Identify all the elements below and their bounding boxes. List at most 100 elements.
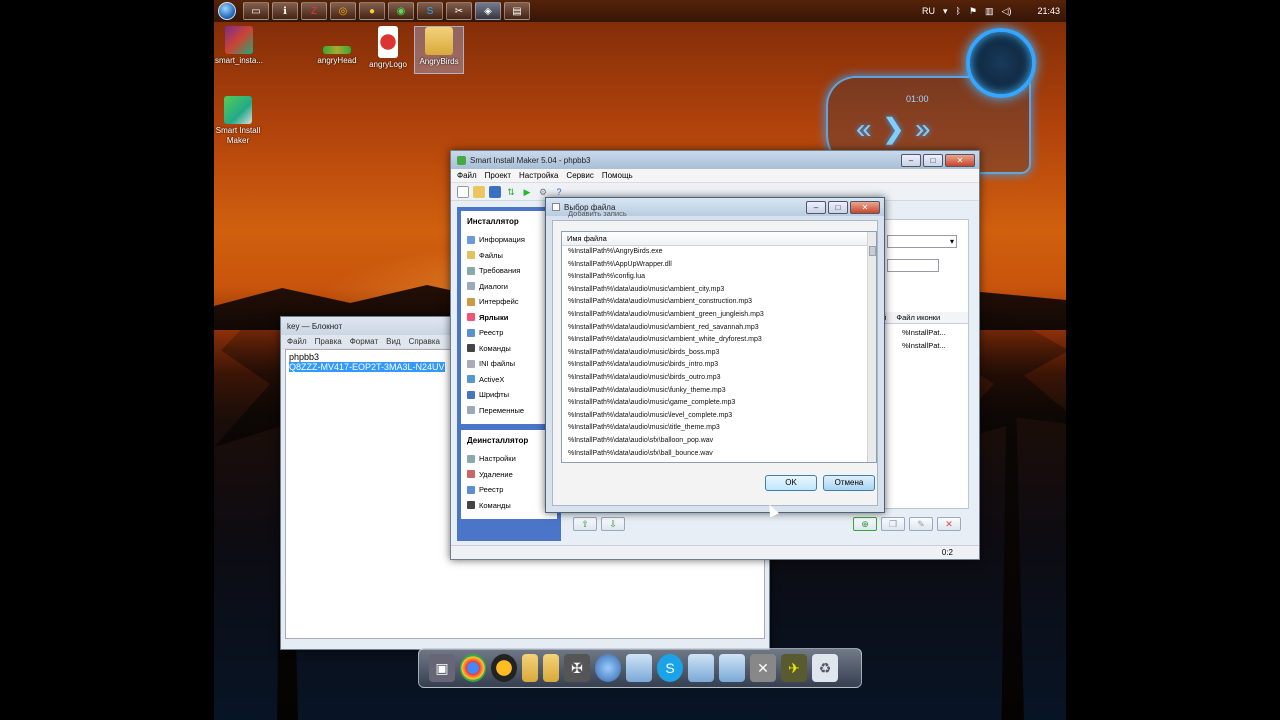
taskbar-app-button[interactable]: ◉ (388, 2, 414, 20)
file-list-item[interactable]: %InstallPath%\data\audio\music\title_the… (562, 422, 867, 435)
move-up-button[interactable]: ⇧ (573, 517, 597, 531)
column-header-filename[interactable]: Имя файла (562, 232, 876, 246)
file-list-item[interactable]: %InstallPath%\config.lua (562, 271, 867, 284)
file-list-item[interactable]: %InstallPath%\data\audio\music\birds_out… (562, 372, 867, 385)
taskbar-smart-install-button[interactable]: ◈ (475, 2, 501, 20)
menu-format[interactable]: Формат (350, 337, 378, 346)
sidebar-item-activex[interactable]: ActiveX (467, 372, 551, 388)
taskbar-info-button[interactable]: ℹ (272, 2, 298, 20)
flag-icon[interactable]: ⚑ (969, 6, 977, 17)
compile-icon[interactable]: ⇅ (505, 186, 517, 198)
vertical-scrollbar[interactable] (867, 232, 876, 462)
folder-icon[interactable] (719, 654, 745, 682)
volume-icon[interactable]: ◁) (1002, 6, 1012, 17)
table-row[interactable]: %InstallPat... (902, 328, 946, 337)
sidebar-item-removal[interactable]: Удаление (467, 467, 551, 483)
desktop-icon-angryhead[interactable]: angryHead (312, 46, 362, 66)
menu-service[interactable]: Сервис (566, 171, 593, 180)
delete-button[interactable]: ✕ (937, 517, 961, 531)
folder-icon[interactable] (688, 654, 714, 682)
gadget-dial[interactable] (966, 28, 1036, 98)
network-icon[interactable]: ▥ (985, 6, 994, 17)
desktop-icon-angrylogo[interactable]: angryLogo (363, 26, 413, 70)
computer-icon[interactable]: ▣ (429, 654, 455, 682)
sidebar-item-requirements[interactable]: Требования (467, 263, 551, 279)
maximize-button[interactable]: □ (923, 153, 943, 167)
taskbar-skype-button[interactable]: S (417, 2, 443, 20)
run-icon[interactable]: ▶ (521, 186, 533, 198)
file-list-item[interactable]: %InstallPath%\data\audio\music\ambient_r… (562, 322, 867, 335)
taskbar-tool-button[interactable]: ✂ (446, 2, 472, 20)
gadget-controls[interactable]: «❯» (856, 112, 941, 145)
sim-titlebar[interactable]: Smart Install Maker 5.04 - phpbb3 – □ ✕ (451, 151, 979, 169)
desktop-icon-smart-install-maker[interactable]: Smart Install Maker (214, 96, 262, 146)
taskbar-filezilla-button[interactable]: Z (301, 2, 327, 20)
save-icon[interactable] (489, 185, 501, 198)
sidebar-item-interface[interactable]: Интерфейс (467, 294, 551, 310)
start-button[interactable] (214, 0, 240, 22)
cancel-button[interactable]: Отмена (823, 475, 875, 491)
file-list-item[interactable]: %InstallPath%\data\audio\music\birds_int… (562, 359, 867, 372)
minimize-button[interactable]: – (806, 200, 826, 214)
ok-button[interactable]: OK (765, 475, 817, 491)
settings-icon[interactable]: ⚙ (537, 186, 549, 198)
chrome-icon[interactable] (460, 654, 486, 682)
minimize-button[interactable]: – (901, 153, 921, 167)
help-icon[interactable]: ? (553, 186, 565, 198)
close-button[interactable]: ✕ (945, 153, 975, 167)
skype-icon[interactable]: S (657, 654, 683, 682)
sidebar-item-shortcuts[interactable]: Ярлыки (467, 310, 551, 326)
file-list-item[interactable]: %InstallPath%\data\audio\music\ambient_w… (562, 334, 867, 347)
file-list-item[interactable]: %InstallPath%\data\audio\music\ambient_g… (562, 309, 867, 322)
sidebar-item-commands[interactable]: Команды (467, 341, 551, 357)
file-list-item[interactable]: %InstallPath%\data\audio\sfx\ball_bounce… (562, 448, 867, 461)
close-button[interactable]: ✕ (850, 200, 880, 214)
sidebar-item-info[interactable]: Информация (467, 232, 551, 248)
file-list-item[interactable]: %InstallPath%\data\audio\music\ambient_c… (562, 284, 867, 297)
file-list-item[interactable]: %InstallPath%\data\audio\music\game_comp… (562, 397, 867, 410)
language-indicator[interactable]: RU (922, 6, 935, 16)
table-row[interactable]: %InstallPat... (902, 341, 946, 350)
sidebar-item-uninstall-settings[interactable]: Настройки (467, 451, 551, 467)
tanks-icon[interactable]: ✠ (564, 654, 590, 682)
sidebar-item-registry[interactable]: Реестр (467, 325, 551, 341)
file-list-item[interactable]: %InstallPath%\AngryBirds.exe (562, 246, 867, 259)
menu-edit[interactable]: Правка (315, 337, 342, 346)
folder-icon[interactable] (543, 654, 559, 682)
desktop-icon-angrybirds[interactable]: AngryBirds (414, 26, 464, 74)
desktop-icon-smart-installer[interactable]: smart_insta... (214, 26, 264, 66)
taskbar-chrome-button[interactable]: ● (359, 2, 385, 20)
scroll-thumb[interactable] (869, 246, 876, 256)
menu-help[interactable]: Помощь (602, 171, 633, 180)
sidebar-item-files[interactable]: Файлы (467, 248, 551, 264)
file-list-item[interactable]: %InstallPath%\data\audio\sfx\balloon_pop… (562, 435, 867, 448)
move-down-button[interactable]: ⇩ (601, 517, 625, 531)
sidebar-item-ini-files[interactable]: INI файлы (467, 356, 551, 372)
folder-icon[interactable] (626, 654, 652, 682)
menu-view[interactable]: Вид (386, 337, 400, 346)
menu-project[interactable]: Проект (485, 171, 511, 180)
menu-file[interactable]: Файл (457, 171, 477, 180)
chevron-down-icon[interactable]: ▾ (943, 6, 948, 17)
network-icon[interactable] (595, 654, 621, 682)
sidebar-item-variables[interactable]: Переменные (467, 403, 551, 419)
bluetooth-icon[interactable]: ᛒ (956, 6, 961, 16)
copy-button[interactable]: ❐ (881, 517, 905, 531)
file-list[interactable]: Имя файла %InstallPath%\AngryBirds.exe %I… (561, 231, 877, 463)
open-icon[interactable] (473, 185, 485, 198)
path-field[interactable] (887, 259, 939, 272)
menu-settings[interactable]: Настройка (519, 171, 558, 180)
sidebar-item-uninstall-commands[interactable]: Команды (467, 498, 551, 514)
file-list-item[interactable]: %InstallPath%\data\audio\music\funky_the… (562, 385, 867, 398)
taskbar-explorer-button[interactable]: ▭ (243, 2, 269, 20)
taskbar-notepad-button[interactable]: ▤ (504, 2, 530, 20)
file-list-item[interactable]: %InstallPath%\data\audio\music\level_com… (562, 410, 867, 423)
clock[interactable]: 21:43 (1037, 6, 1060, 16)
jet-icon[interactable]: ✈ (781, 654, 807, 682)
recycle-bin-icon[interactable]: ♻ (812, 654, 838, 682)
add-button[interactable]: ⊕ (853, 517, 877, 531)
sidebar-item-uninstall-registry[interactable]: Реестр (467, 482, 551, 498)
edit-button[interactable]: ✎ (909, 517, 933, 531)
menu-file[interactable]: Файл (287, 337, 307, 346)
file-list-item[interactable]: %InstallPath%\data\audio\music\ambient_c… (562, 296, 867, 309)
